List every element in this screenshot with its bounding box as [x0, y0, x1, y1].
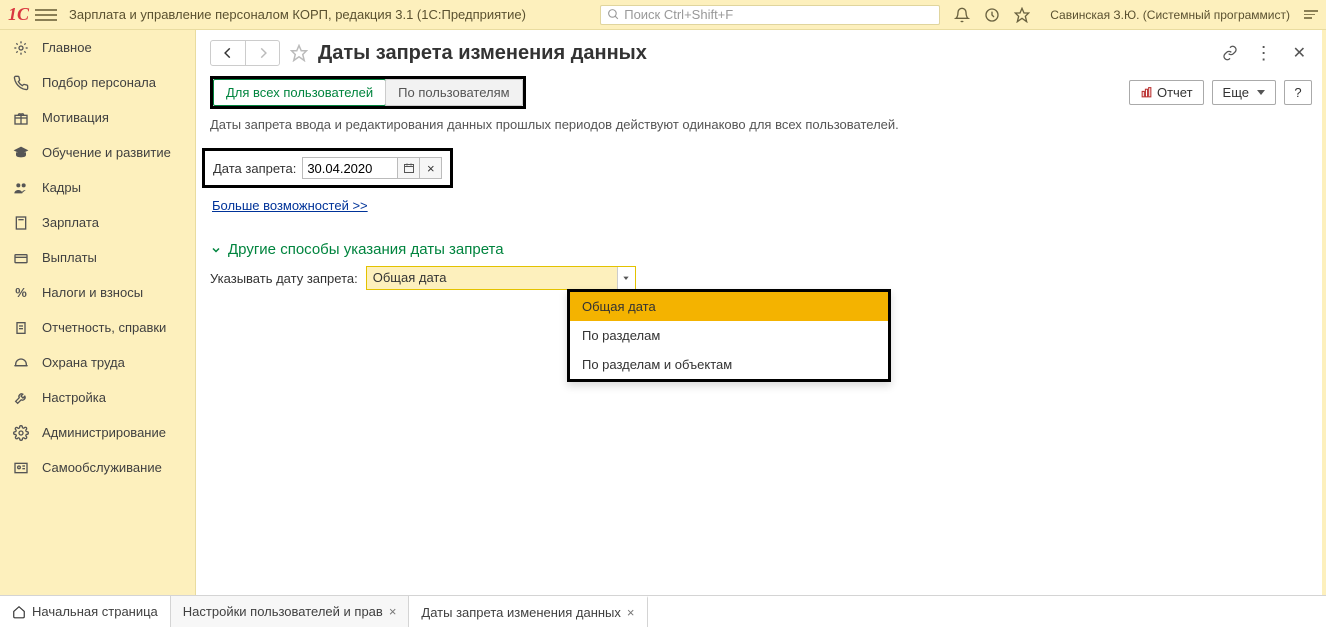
sidebar-item-admin[interactable]: Администрирование [0, 415, 195, 450]
window-options-icon[interactable] [1304, 10, 1318, 19]
tab-all-users[interactable]: Для всех пользователей [213, 79, 386, 106]
window-tabs: Начальная страница Настройки пользовател… [0, 595, 1326, 627]
tab-label: Настройки пользователей и прав [183, 604, 383, 619]
sidebar-item-label: Обучение и развитие [42, 145, 171, 160]
sidebar-item-label: Мотивация [42, 110, 109, 125]
tab-date-restrictions[interactable]: Даты запрета изменения данных × [409, 596, 647, 627]
report-button-label: Отчет [1157, 85, 1193, 100]
clipboard-icon [12, 319, 30, 337]
date-restriction-label: Дата запрета: [213, 161, 296, 176]
people-icon [12, 179, 30, 197]
search-input[interactable]: Поиск Ctrl+Shift+F [600, 5, 940, 25]
star-burst-icon [12, 39, 30, 57]
favorite-toggle[interactable] [288, 42, 310, 64]
dropdown-option[interactable]: По разделам [570, 321, 888, 350]
search-placeholder: Поиск Ctrl+Shift+F [624, 7, 733, 22]
phone-icon [12, 74, 30, 92]
sidebar-item-label: Выплаты [42, 250, 97, 265]
tab-home-page[interactable]: Начальная страница [0, 596, 171, 627]
right-gutter [1322, 30, 1326, 595]
date-mode-dropdown-list: Общая дата По разделам По разделам и объ… [567, 289, 891, 382]
sidebar-item-label: Кадры [42, 180, 81, 195]
sidebar-item-safety[interactable]: Охрана труда [0, 345, 195, 380]
bell-icon[interactable] [954, 7, 970, 23]
date-restriction-group: Дата запрета: × [202, 148, 453, 188]
sidebar-item-label: Подбор персонала [42, 75, 156, 90]
sidebar-item-selfservice[interactable]: Самообслуживание [0, 450, 195, 485]
close-button[interactable]: ✕ [1287, 43, 1312, 63]
date-mode-select[interactable]: Общая дата [366, 266, 636, 290]
sidebar-item-label: Зарплата [42, 215, 99, 230]
wallet-icon [12, 249, 30, 267]
calculator-icon [12, 214, 30, 232]
date-mode-select-value: Общая дата [367, 267, 617, 289]
graduation-icon [12, 144, 30, 162]
help-button[interactable]: ? [1284, 80, 1312, 105]
expander-title-text: Другие способы указания даты запрета [228, 241, 504, 258]
sidebar-item-label: Охрана труда [42, 355, 125, 370]
sidebar: Главное Подбор персонала Мотивация Обуче… [0, 30, 196, 595]
sidebar-item-taxes[interactable]: % Налоги и взносы [0, 275, 195, 310]
nav-forward-button[interactable] [245, 41, 279, 65]
link-icon[interactable] [1219, 42, 1241, 64]
alternate-methods-expander[interactable]: Другие способы указания даты запрета [196, 219, 1326, 264]
more-button[interactable]: Еще [1212, 80, 1276, 105]
calendar-icon [403, 162, 415, 174]
sidebar-item-recruit[interactable]: Подбор персонала [0, 65, 195, 100]
more-menu-icon[interactable]: ⋮ [1249, 43, 1279, 64]
sidebar-item-main[interactable]: Главное [0, 30, 195, 65]
clear-date-button[interactable]: × [420, 157, 442, 179]
dropdown-label: Указывать дату запрета: [210, 271, 358, 286]
helmet-icon [12, 354, 30, 372]
calendar-picker-button[interactable] [398, 157, 420, 179]
sidebar-item-hr[interactable]: Кадры [0, 170, 195, 205]
sidebar-item-label: Отчетность, справки [42, 320, 166, 335]
sidebar-item-salary[interactable]: Зарплата [0, 205, 195, 240]
dropdown-option[interactable]: Общая дата [570, 292, 888, 321]
sidebar-item-label: Настройка [42, 390, 106, 405]
sidebar-item-label: Налоги и взносы [42, 285, 143, 300]
dropdown-option[interactable]: По разделам и объектам [570, 350, 888, 379]
report-button[interactable]: Отчет [1129, 80, 1204, 105]
home-icon [12, 605, 26, 619]
more-options-link[interactable]: Больше возможностей >> [212, 198, 368, 213]
report-icon [1140, 86, 1153, 99]
favorite-star-icon[interactable] [1014, 7, 1030, 23]
tab-label: Начальная страница [32, 604, 158, 619]
chevron-down-icon [210, 244, 222, 256]
dropdown-toggle[interactable] [617, 267, 635, 289]
sidebar-item-reports[interactable]: Отчетность, справки [0, 310, 195, 345]
id-card-icon [12, 459, 30, 477]
user-scope-tabs: Для всех пользователей По пользователям [210, 76, 526, 109]
search-icon [607, 8, 620, 21]
nav-arrows [210, 40, 280, 66]
sidebar-item-label: Администрирование [42, 425, 166, 440]
tab-close-button[interactable]: × [627, 605, 635, 620]
gear-icon [12, 424, 30, 442]
tab-by-users[interactable]: По пользователям [385, 79, 522, 106]
history-icon[interactable] [984, 7, 1000, 23]
sidebar-item-payouts[interactable]: Выплаты [0, 240, 195, 275]
current-user[interactable]: Савинская З.Ю. (Системный программист) [1050, 8, 1290, 22]
nav-back-button[interactable] [211, 41, 245, 65]
page-title: Даты запрета изменения данных [318, 42, 647, 65]
date-restriction-input[interactable] [302, 157, 398, 179]
sidebar-item-motivation[interactable]: Мотивация [0, 100, 195, 135]
tab-user-settings[interactable]: Настройки пользователей и прав × [171, 596, 410, 627]
description-text: Даты запрета ввода и редактирования данн… [196, 115, 1326, 142]
tab-label: Даты запрета изменения данных [421, 605, 620, 620]
sidebar-item-settings[interactable]: Настройка [0, 380, 195, 415]
sidebar-item-label: Главное [42, 40, 92, 55]
percent-icon: % [12, 284, 30, 302]
gift-icon [12, 109, 30, 127]
menu-icon[interactable] [35, 9, 57, 21]
wrench-icon [12, 389, 30, 407]
sidebar-item-label: Самообслуживание [42, 460, 162, 475]
sidebar-item-training[interactable]: Обучение и развитие [0, 135, 195, 170]
more-button-label: Еще [1223, 85, 1249, 100]
tab-close-button[interactable]: × [389, 604, 397, 619]
logo-1c-icon: 1C [8, 4, 29, 25]
app-title: Зарплата и управление персоналом КОРП, р… [69, 7, 526, 22]
